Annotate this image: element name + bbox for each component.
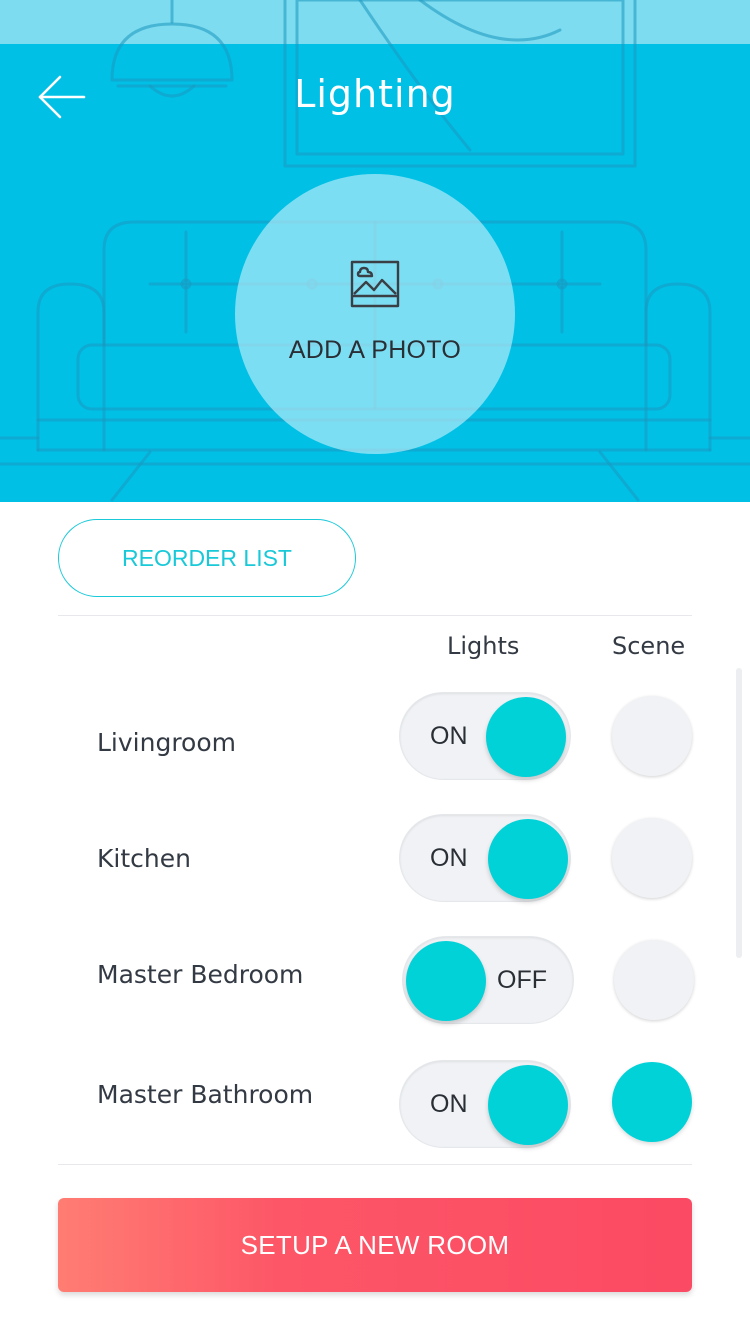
column-header-scene: Scene [612,632,686,660]
toggle-state-label: ON [430,722,468,750]
toggle-knob[interactable] [406,941,486,1021]
lights-toggle[interactable]: ON [400,1061,570,1147]
image-icon [350,260,400,308]
scene-selector[interactable] [612,696,692,776]
lights-toggle[interactable]: ON [400,815,570,901]
scrollbar[interactable] [736,668,742,958]
scene-selector[interactable] [612,818,692,898]
setup-new-room-button[interactable]: SETUP A NEW ROOM [58,1198,692,1292]
add-photo-label: ADD A PHOTO [288,336,462,364]
column-header-lights: Lights [447,632,520,660]
scene-selector-active[interactable] [612,1062,692,1142]
toggle-state-label: OFF [497,966,547,994]
toggle-state-label: ON [430,1090,468,1118]
room-name: Master Bedroom [97,960,304,989]
page-title: Lighting [294,72,456,116]
header-hero: Lighting ADD A PHOTO [0,0,750,502]
add-photo-button[interactable]: ADD A PHOTO [235,174,515,454]
toggle-knob[interactable] [488,1065,568,1145]
reorder-list-button[interactable]: REORDER LIST [58,519,356,597]
scene-selector[interactable] [614,940,694,1020]
room-name: Kitchen [97,844,191,873]
lights-toggle[interactable]: OFF [403,937,573,1023]
divider-bottom [58,1164,692,1165]
divider-top [58,615,692,616]
room-name: Livingroom [97,728,237,757]
lights-toggle[interactable]: ON [400,693,570,779]
room-name: Master Bathroom [97,1080,314,1109]
toggle-knob[interactable] [486,697,566,777]
toggle-knob[interactable] [488,819,568,899]
toggle-state-label: ON [430,844,468,872]
